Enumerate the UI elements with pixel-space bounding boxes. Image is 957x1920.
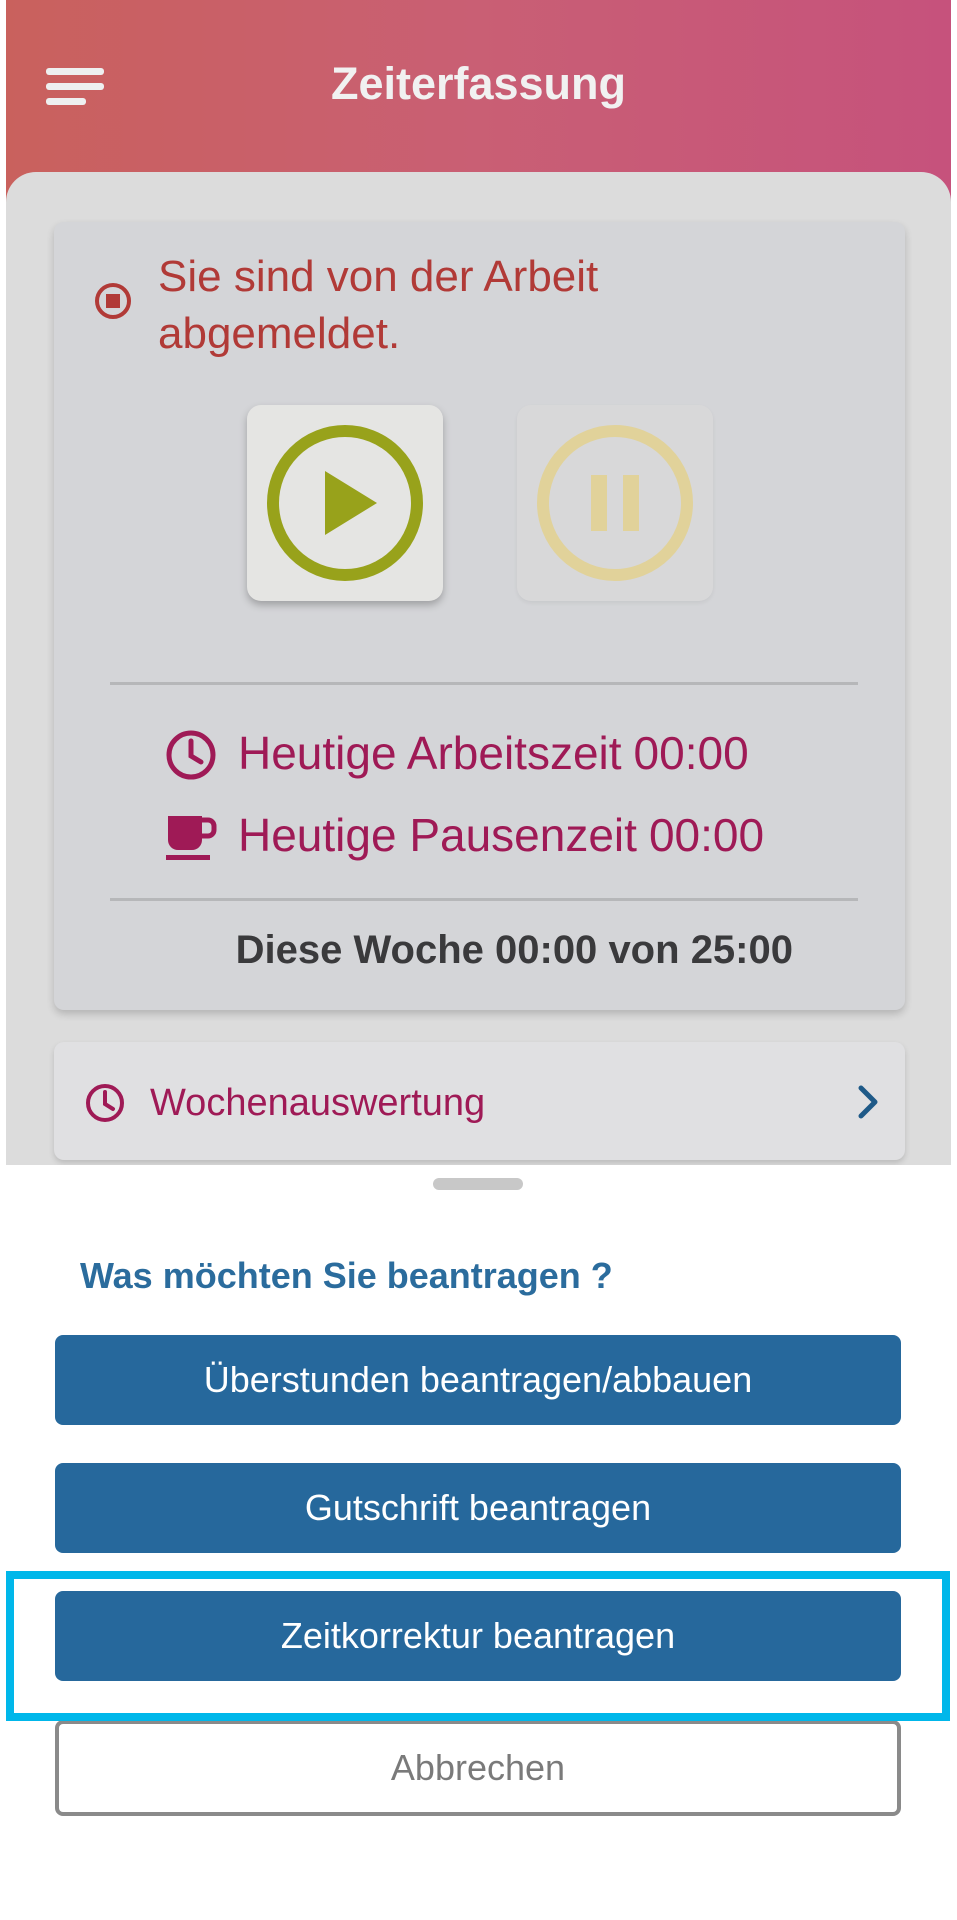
divider [110, 682, 858, 685]
pause-button[interactable] [517, 405, 713, 601]
week-total: 25:00 [690, 928, 793, 972]
request-time-correction-button[interactable]: Zeitkorrektur beantragen [55, 1591, 901, 1681]
app-screen: Zeiterfassung Sie sind von der Arbeit ab… [6, 0, 951, 1165]
weekly-summary: Diese Woche 00:00 von 25:00 [54, 928, 905, 973]
coffee-cup-icon [166, 816, 217, 860]
weekly-evaluation-row[interactable]: Wochenauswertung [54, 1042, 905, 1160]
pause-icon [537, 425, 693, 581]
divider [110, 898, 858, 901]
today-work-time: Heutige Arbeitszeit 00:00 [164, 722, 864, 782]
play-icon [267, 425, 423, 581]
pause-time-value: 00:00 [648, 809, 765, 861]
status-message: Sie sind von der Arbeit abgemeldet. [158, 252, 599, 358]
time-tracking-card: Sie sind von der Arbeit abgemeldet. Heut… [54, 222, 905, 1010]
work-time-label: Heutige Arbeitszeit [238, 727, 622, 779]
today-pause-time: Heutige Pausenzeit 00:00 [164, 804, 864, 864]
sheet-title: Was möchten Sie beantragen ? [80, 1255, 613, 1296]
stop-circle-icon [95, 283, 131, 319]
weekly-evaluation-label: Wochenauswertung [150, 1082, 486, 1124]
week-label: Diese Woche [235, 928, 484, 972]
clock-icon [166, 730, 216, 780]
chevron-right-icon [858, 1085, 878, 1119]
cancel-button[interactable]: Abbrechen [55, 1720, 901, 1816]
pause-time-label: Heutige Pausenzeit [238, 809, 637, 861]
bottom-sheet: Was möchten Sie beantragen ? Überstunden… [0, 1165, 957, 1920]
start-work-button[interactable] [247, 405, 443, 601]
sheet-drag-handle[interactable] [433, 1178, 523, 1190]
work-time-value: 00:00 [633, 727, 749, 779]
clock-icon [86, 1084, 124, 1122]
page-title: Zeiterfassung [330, 58, 627, 109]
week-value: 00:00 [495, 928, 598, 972]
request-credit-button[interactable]: Gutschrift beantragen [55, 1463, 901, 1553]
week-of: von [608, 928, 680, 972]
request-overtime-button[interactable]: Überstunden beantragen/abbauen [55, 1335, 901, 1425]
